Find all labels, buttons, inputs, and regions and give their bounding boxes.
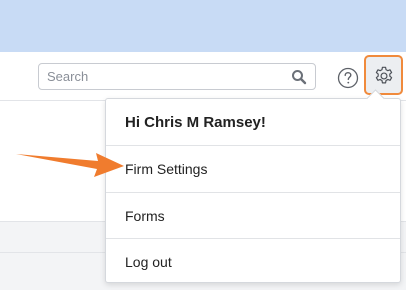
help-icon[interactable]	[337, 67, 359, 89]
menu-item-label: Firm Settings	[125, 161, 208, 177]
menu-item-label: Forms	[125, 208, 165, 224]
user-greeting: Hi Chris M Ramsey!	[125, 114, 266, 131]
user-dropdown-menu: Hi Chris M Ramsey! Firm Settings Forms L…	[105, 89, 401, 285]
gear-icon	[375, 66, 393, 84]
top-banner	[0, 0, 406, 52]
search-box[interactable]	[38, 63, 316, 90]
annotation-arrow-icon	[16, 153, 124, 177]
menu-item-label: Log out	[125, 254, 172, 270]
menu-item-log-out[interactable]: Log out	[106, 238, 400, 285]
menu-item-firm-settings[interactable]: Firm Settings	[106, 145, 400, 192]
settings-button[interactable]	[364, 55, 403, 95]
search-icon[interactable]	[291, 69, 307, 85]
menu-item-forms[interactable]: Forms	[106, 192, 400, 239]
search-input[interactable]	[39, 64, 287, 89]
